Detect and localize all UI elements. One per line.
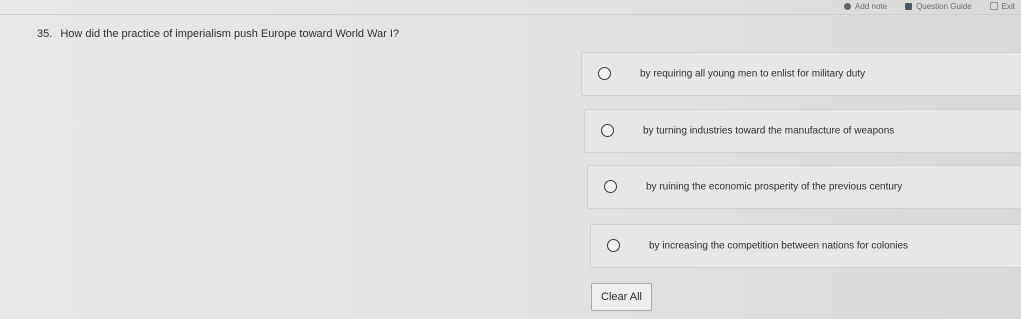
answer-option-label: by increasing the competition between na… xyxy=(649,240,909,252)
guide-icon xyxy=(905,2,913,10)
question-text: How did the practice of imperialism push… xyxy=(60,28,400,40)
question-guide-label: Question Guide xyxy=(916,1,972,11)
answer-option-label: by turning industries toward the manufac… xyxy=(643,125,895,137)
note-icon xyxy=(844,2,852,10)
question-prompt: 35. How did the practice of imperialism … xyxy=(37,28,399,40)
radio-button-icon[interactable] xyxy=(598,67,611,80)
exit-label: Exit xyxy=(1001,1,1015,11)
answer-option-4[interactable]: by increasing the competition between na… xyxy=(590,224,1021,268)
add-note-label: Add note xyxy=(855,1,888,11)
radio-button-icon[interactable] xyxy=(604,180,617,193)
question-number: 35. xyxy=(37,28,53,40)
radio-button-icon[interactable] xyxy=(607,239,620,252)
answer-option-label: by ruining the economic prosperity of th… xyxy=(646,181,903,193)
clear-all-button[interactable]: Clear All xyxy=(591,283,652,311)
grid-icon xyxy=(989,2,998,10)
test-page: Add note Question Guide Exit 35. How did… xyxy=(0,0,1021,319)
question-guide-button[interactable]: Question Guide xyxy=(905,2,972,11)
divider xyxy=(0,14,1021,15)
answer-option-1[interactable]: by requiring all young men to enlist for… xyxy=(581,52,1021,96)
exit-button[interactable]: Exit xyxy=(989,1,1015,11)
answer-option-2[interactable]: by turning industries toward the manufac… xyxy=(584,109,1021,153)
toolbar: Add note Question Guide Exit xyxy=(844,0,1021,12)
add-note-button[interactable]: Add note xyxy=(844,2,887,11)
answer-option-label: by requiring all young men to enlist for… xyxy=(640,68,866,80)
answer-option-3[interactable]: by ruining the economic prosperity of th… xyxy=(587,165,1021,209)
radio-button-icon[interactable] xyxy=(601,124,614,137)
